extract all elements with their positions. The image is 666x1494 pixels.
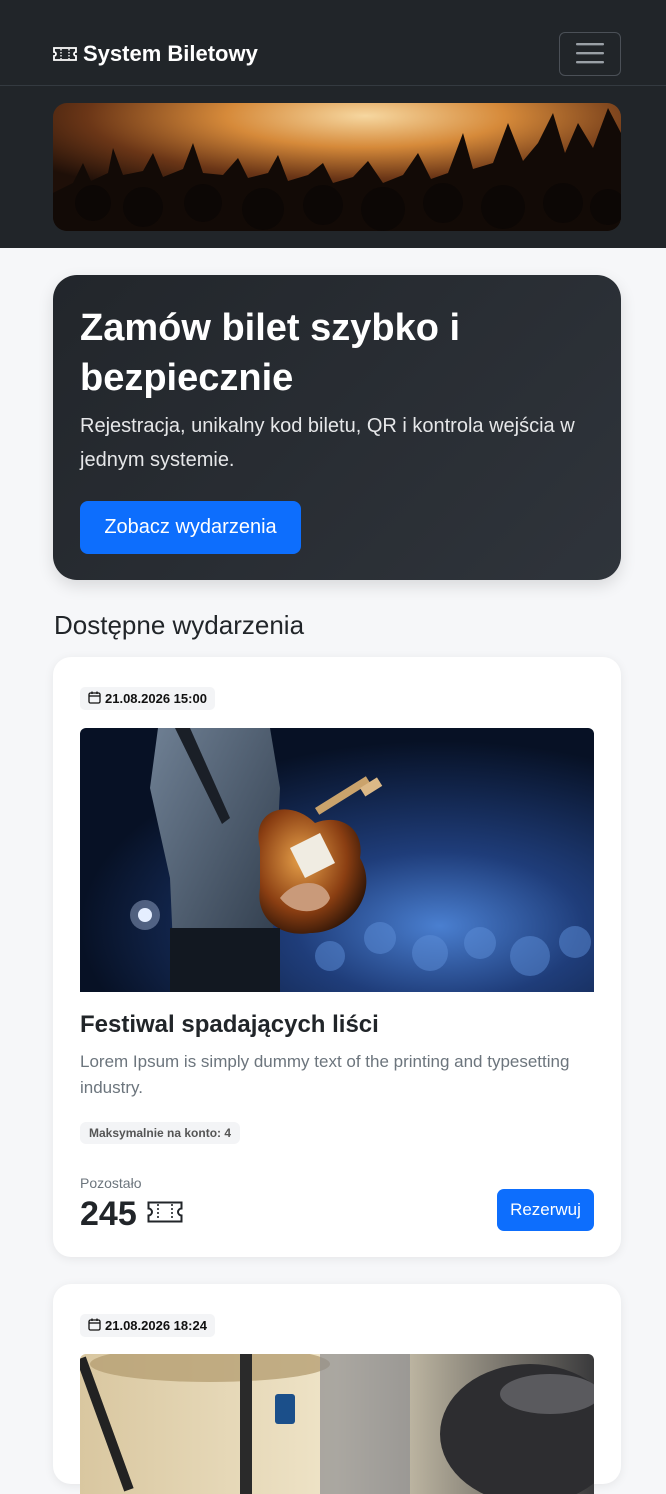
remaining-count: 245 (80, 1195, 137, 1233)
top-header: System Biletowy (0, 0, 666, 248)
max-per-account-badge: Maksymalnie na konto: 4 (80, 1122, 241, 1144)
event-date-badge: 21.08.2026 15:00 (80, 687, 215, 710)
brand-label: System Biletowy (83, 41, 258, 66)
concert-banner-image (53, 103, 621, 231)
event-date: 21.08.2026 18:24 (105, 1318, 207, 1333)
hamburger-icon (575, 41, 605, 68)
reserve-button[interactable]: Rezerwuj (497, 1189, 594, 1231)
ticket-icon (53, 47, 77, 61)
ticket-icon (147, 1201, 183, 1228)
navbar: System Biletowy (0, 0, 666, 86)
event-image (80, 728, 594, 992)
remaining-label: Pozostało (80, 1175, 142, 1191)
events-section-title: Dostępne wydarzenia (54, 610, 305, 640)
event-card: 21.08.2026 18:24 (53, 1284, 621, 1494)
event-description: Lorem Ipsum is simply dummy text of the … (80, 1052, 570, 1097)
hero-title: Zamów bilet szybko i bezpiecznie (80, 307, 461, 399)
calendar-icon (88, 1318, 101, 1334)
event-image (80, 1354, 594, 1494)
event-card: 21.08.2026 15:00 Festiwal spadających li… (53, 657, 621, 1257)
remaining-row: 245 (80, 1193, 183, 1235)
brand-link[interactable]: System Biletowy (53, 40, 258, 68)
calendar-icon (88, 691, 101, 707)
navbar-toggler-button[interactable] (559, 32, 621, 76)
event-date: 21.08.2026 15:00 (105, 691, 207, 706)
event-date-badge: 21.08.2026 18:24 (80, 1314, 215, 1337)
hero-subtitle: Rejestracja, unikalny kod biletu, QR i k… (80, 415, 575, 471)
event-title: Festiwal spadających liści (80, 1011, 379, 1038)
view-events-button[interactable]: Zobacz wydarzenia (80, 501, 301, 554)
hero-section: Zamów bilet szybko i bezpiecznie Rejestr… (53, 275, 621, 580)
